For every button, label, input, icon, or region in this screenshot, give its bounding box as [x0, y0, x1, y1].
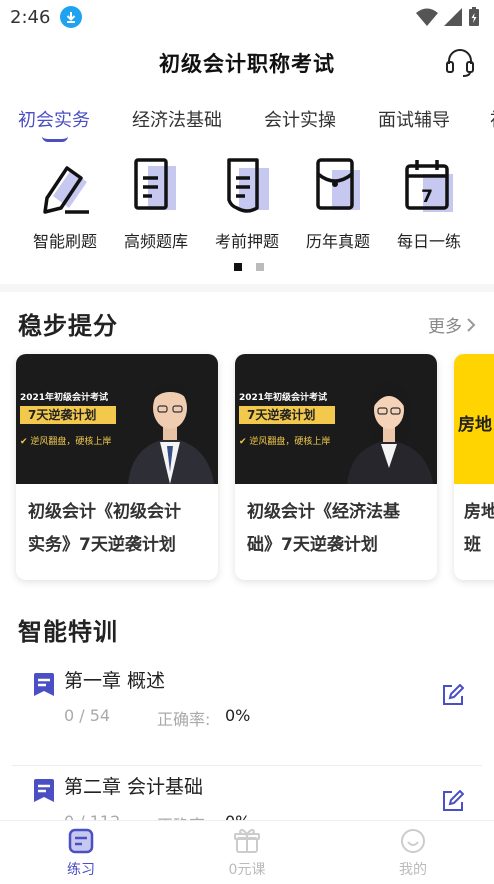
page-dot	[256, 263, 264, 271]
banner-text: 房地	[458, 415, 492, 435]
teacher-photo	[347, 382, 433, 484]
divider	[12, 765, 482, 766]
function-exam-predictions[interactable]: 考前押题	[202, 156, 292, 252]
tab-indicator	[42, 136, 68, 142]
tab-interview-coaching[interactable]: 面试辅导	[378, 106, 450, 132]
nav-label: 练习	[67, 862, 95, 878]
headset-icon[interactable]	[444, 47, 476, 79]
status-time: 2:46	[10, 6, 51, 28]
course-title: 初级会计《初级会计 实务》7天逆袭计划	[28, 502, 181, 555]
download-icon	[60, 6, 83, 28]
course-banner: 房地	[454, 354, 494, 484]
chapter-icon	[34, 779, 54, 802]
banner-plan: 7天逆袭计划	[20, 406, 116, 424]
course-banner: 2021年初级会计考试 7天逆袭计划 ✔ 逆风翻盘，硬核上岸	[16, 354, 218, 484]
course-card[interactable]: 2021年初级会计考试 7天逆袭计划 ✔ 逆风翻盘，硬核上岸 初级会计《经济法基…	[235, 354, 437, 580]
tab-accounting-practice[interactable]: 初会实务	[18, 106, 90, 132]
smiley-icon	[401, 829, 425, 853]
question-bank-icon	[134, 158, 176, 210]
accuracy-label: 正确率:	[157, 710, 211, 729]
section-title-courses: 稳步提分	[18, 312, 118, 340]
function-label: 历年真题	[305, 232, 370, 251]
wifi-icon	[416, 8, 438, 26]
tab-economic-law[interactable]: 经济法基础	[132, 106, 222, 132]
status-bar: 2:46	[0, 0, 494, 34]
nav-practice[interactable]: 练习	[41, 827, 121, 879]
function-label: 每日一练	[396, 232, 461, 251]
course-title: 房地 班	[464, 502, 494, 555]
subject-tabs: 初会实务 经济法基础 会计实操 面试辅导 初	[0, 100, 494, 144]
course-title: 初级会计《经济法基 础》7天逆袭计划	[247, 502, 400, 555]
chapter-icon	[34, 673, 54, 696]
practice-icon	[68, 828, 94, 854]
chapter-row[interactable]: 第一章 概述 0 / 54 正确率: 0%	[0, 662, 494, 766]
chapter-name: 第二章 会计基础	[64, 776, 204, 798]
tab-partial[interactable]: 初	[490, 106, 494, 132]
chapter-name: 第一章 概述	[64, 670, 166, 692]
battery-icon	[469, 7, 479, 26]
function-high-frequency[interactable]: 高频题库	[111, 156, 201, 252]
banner-slogan: ✔ 逆风翻盘，硬核上岸	[20, 437, 112, 447]
chevron-right-icon	[467, 317, 476, 332]
edit-icon[interactable]	[442, 684, 464, 706]
calendar-icon: 7	[405, 160, 453, 212]
nav-profile[interactable]: 我的	[373, 827, 453, 879]
banner-slogan: ✔ 逆风翻盘，硬核上岸	[239, 437, 331, 447]
function-label: 高频题库	[123, 232, 188, 251]
course-banner: 2021年初级会计考试 7天逆袭计划 ✔ 逆风翻盘，硬核上岸	[235, 354, 437, 484]
app-header: 初级会计职称考试	[0, 40, 494, 86]
function-smart-practice[interactable]: 智能刷题	[20, 156, 110, 252]
envelope-icon	[316, 158, 360, 210]
banner-year: 2021年初级会计考试	[239, 393, 328, 403]
function-grid: 智能刷题 高频题库 考前押题 历年真题 7 每日一练	[0, 156, 494, 252]
calendar-day: 7	[421, 187, 433, 207]
page-indicator	[234, 263, 264, 271]
signal-icon	[444, 8, 462, 26]
gift-icon	[234, 828, 260, 853]
nav-label: 0元课	[228, 862, 266, 878]
function-daily-practice[interactable]: 7 每日一练	[384, 156, 474, 252]
page-title: 初级会计职称考试	[159, 52, 335, 76]
teacher-photo	[128, 383, 214, 484]
page-dot-active	[234, 263, 242, 271]
banner-year: 2021年初级会计考试	[20, 393, 109, 403]
bottom-nav: 练习 0元课 我的	[0, 820, 494, 884]
more-link[interactable]: 更多	[428, 312, 476, 337]
document-icon	[227, 158, 269, 213]
function-label: 智能刷题	[32, 232, 97, 251]
course-card-partial[interactable]: 房地 房地 班	[454, 354, 494, 580]
accuracy-value: 0%	[225, 706, 251, 725]
nav-label: 我的	[399, 862, 427, 878]
edit-icon[interactable]	[442, 790, 464, 812]
banner-plan: 7天逆袭计划	[239, 406, 335, 424]
section-title-training: 智能特训	[18, 618, 118, 646]
section-divider	[0, 284, 494, 292]
function-past-papers[interactable]: 历年真题	[293, 156, 383, 252]
function-label: 考前押题	[214, 232, 279, 251]
chapter-progress: 0 / 54	[64, 706, 111, 725]
tab-accounting-operations[interactable]: 会计实操	[264, 106, 336, 132]
pencil-icon	[43, 166, 89, 214]
status-icons	[416, 7, 480, 27]
course-card[interactable]: 2021年初级会计考试 7天逆袭计划 ✔ 逆风翻盘，硬核上岸 初级会计《初级会计…	[16, 354, 218, 580]
nav-free-courses[interactable]: 0元课	[207, 827, 287, 879]
more-label: 更多	[428, 317, 462, 337]
